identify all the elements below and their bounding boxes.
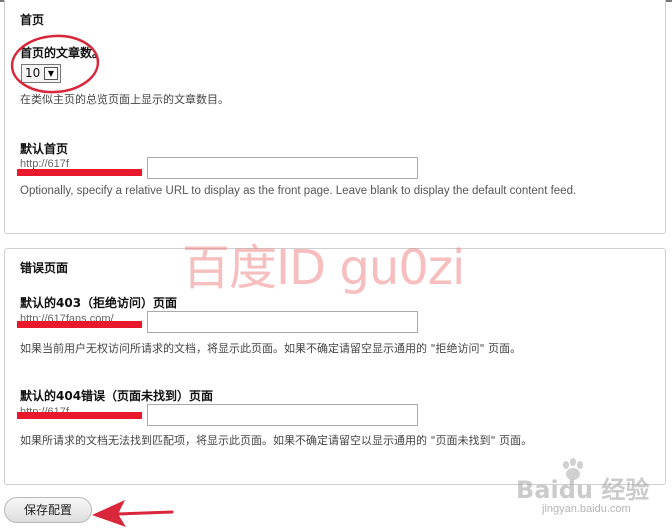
default-front-page-label: 默认首页 xyxy=(20,142,69,156)
front-page-count-select[interactable]: 10 ▼ xyxy=(21,64,61,83)
page-404-label: 默认的404错误（页面未找到）页面 xyxy=(20,389,214,403)
redaction-bar xyxy=(17,412,142,419)
page-404-description: 如果所请求的文档无法找到匹配项，将显示此页面。如果不确定请留空以显示通用的 "页… xyxy=(20,434,533,447)
save-configuration-button[interactable]: 保存配置 xyxy=(4,497,92,523)
redaction-bar xyxy=(17,169,142,176)
annotation-arrow xyxy=(92,500,174,527)
redaction-bar xyxy=(17,321,142,328)
page-403-label: 默认的403（拒绝访问）页面 xyxy=(20,296,178,310)
chevron-down-icon[interactable]: ▼ xyxy=(44,67,58,80)
baidu-jingyan-url: jingyan.baidu.com xyxy=(542,503,631,515)
front-page-count-value: 10 xyxy=(25,66,41,80)
page-403-input[interactable] xyxy=(147,311,418,333)
page-403-description: 如果当前用户无权访问所请求的文档，将显示此页面。如果不确定请留空显示通用的 "拒… xyxy=(20,342,522,355)
homepage-fieldset xyxy=(4,0,666,234)
page-404-input[interactable] xyxy=(147,404,418,426)
baidu-jingyan-logo: Baidu 经验 xyxy=(516,476,650,504)
default-front-page-description: Optionally, specify a relative URL to di… xyxy=(20,185,577,197)
front-page-count-description: 在类似主页的总览页面上显示的文章数目。 xyxy=(20,93,229,106)
error-pages-legend: 错误页面 xyxy=(20,261,69,275)
homepage-legend: 首页 xyxy=(20,13,45,27)
front-page-count-label: 首页的文章数。 xyxy=(20,46,105,60)
default-front-page-input[interactable] xyxy=(147,157,418,179)
watermark-text: 百度ID gu0zi xyxy=(182,240,465,296)
